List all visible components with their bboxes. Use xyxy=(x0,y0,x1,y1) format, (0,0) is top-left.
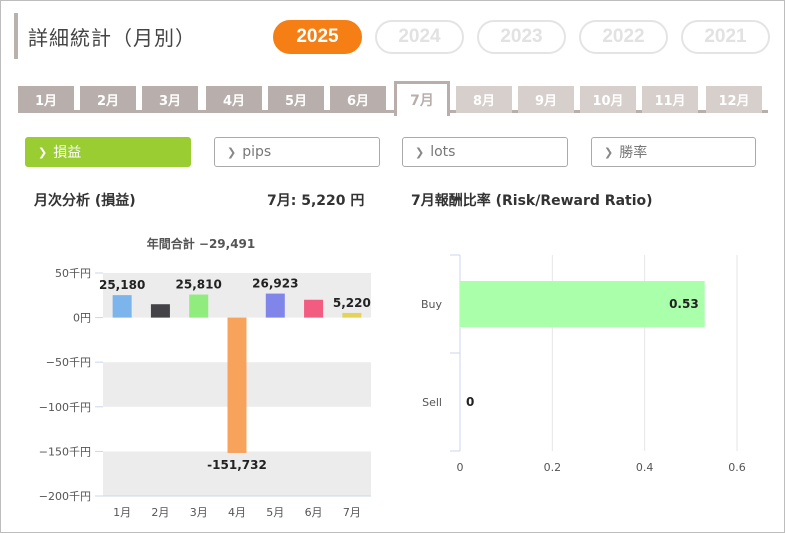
chevron-right-icon: ❯ xyxy=(415,145,425,159)
chevron-right-icon: ❯ xyxy=(604,145,614,159)
bar-Buy xyxy=(460,281,705,327)
data-label: 0.53 xyxy=(669,297,699,311)
chart-title: 年間合計 −29,491 xyxy=(147,236,256,251)
bar-6月 xyxy=(304,299,324,318)
month-tab-2[interactable]: 2月 xyxy=(80,86,136,113)
month-tab-11[interactable]: 11月 xyxy=(642,86,698,113)
chevron-right-icon: ❯ xyxy=(38,145,48,159)
y-tick-label: −150千円 xyxy=(39,445,91,458)
left-chart-heading: 月次分析 (損益) xyxy=(34,193,136,209)
bar-1月 xyxy=(112,295,132,318)
chevron-right-icon: ❯ xyxy=(227,145,237,159)
x-tick-label: 6月 xyxy=(305,506,323,519)
x-tick-label: 1月 xyxy=(113,506,131,519)
monthly-pnl-chart: 50千円 0円 −50千円 −100千円 −150千円 −200千円 年間合計 −29,49… xyxy=(39,236,371,519)
x-tick-label: 0.4 xyxy=(636,461,654,474)
month-summary: 7月: 5,220 円 xyxy=(267,193,365,209)
month-tab-10[interactable]: 10月 xyxy=(580,86,636,113)
stats-panel: 詳細統計（月別） 2025 2024 2023 2022 2021 1月 2月 3月 4月 5月… xyxy=(0,0,785,533)
month-tab-12[interactable]: 12月 xyxy=(706,86,762,113)
right-chart-heading: 7月報酬比率 (Risk/Reward Ratio) xyxy=(411,193,653,209)
bar-3月 xyxy=(189,294,209,318)
x-tick-label: 0.2 xyxy=(544,461,562,474)
year-tab-2023[interactable]: 2023 xyxy=(477,20,566,54)
page-title: 詳細統計（月別） xyxy=(28,25,196,50)
metric-label: lots xyxy=(430,144,456,160)
year-tabs: 2025 2024 2023 2022 2021 xyxy=(273,20,770,54)
y-tick-label: Sell xyxy=(422,396,442,409)
data-label: 5,220 xyxy=(333,296,371,310)
y-tick-label: Buy xyxy=(421,298,443,311)
month-tab-9[interactable]: 9月 xyxy=(518,86,574,113)
y-tick-label: −200千円 xyxy=(39,490,91,503)
page-title-block: 詳細統計（月別） xyxy=(14,13,196,59)
x-tick-label: 7月 xyxy=(343,506,361,519)
year-tab-2022[interactable]: 2022 xyxy=(579,20,668,54)
metric-button-lots[interactable]: ❯ lots xyxy=(402,137,568,167)
data-label: 25,180 xyxy=(99,278,145,292)
bar-2月 xyxy=(150,304,170,318)
x-tick-label: 3月 xyxy=(190,506,208,519)
risk-reward-chart: 0 0.2 0.4 0.6 Buy 0.53 Sell 0 xyxy=(421,254,746,474)
metric-button-pnl[interactable]: ❯ 損益 xyxy=(25,137,191,167)
data-label: 0 xyxy=(466,395,474,409)
year-tab-2025[interactable]: 2025 xyxy=(273,20,362,54)
month-tab-8[interactable]: 8月 xyxy=(456,86,512,113)
month-tab-4[interactable]: 4月 xyxy=(206,86,262,113)
month-tab-6[interactable]: 6月 xyxy=(330,86,386,113)
year-tab-2021[interactable]: 2021 xyxy=(681,20,770,54)
data-label: -151,732 xyxy=(207,458,267,472)
month-tab-3[interactable]: 3月 xyxy=(142,86,198,113)
year-tab-2024[interactable]: 2024 xyxy=(375,20,464,54)
bar-4月 xyxy=(227,317,247,453)
x-tick-label: 0 xyxy=(457,461,464,474)
metric-button-pips[interactable]: ❯ pips xyxy=(214,137,380,167)
metric-label: 損益 xyxy=(53,145,82,161)
y-tick-label: −100千円 xyxy=(39,401,91,414)
metric-label: pips xyxy=(242,144,272,160)
x-tick-label: 2月 xyxy=(151,506,169,519)
bar-5月 xyxy=(265,293,285,318)
x-tick-label: 5月 xyxy=(266,506,284,519)
metric-button-winrate[interactable]: ❯ 勝率 xyxy=(591,137,756,167)
y-tick-label: 0円 xyxy=(73,312,91,325)
y-tick-label: 50千円 xyxy=(55,267,91,280)
x-tick-label: 4月 xyxy=(228,506,246,519)
month-tab-5[interactable]: 5月 xyxy=(268,86,324,113)
data-label: 25,810 xyxy=(176,278,222,292)
month-tab-7[interactable]: 7月 xyxy=(394,81,450,116)
month-tab-1[interactable]: 1月 xyxy=(18,86,74,113)
month-tabs: 1月 2月 3月 4月 5月 6月 7月 8月 9月 10月 11月 12月 xyxy=(18,81,768,116)
x-tick-label: 0.6 xyxy=(728,461,746,474)
y-tick-label: −50千円 xyxy=(46,356,91,369)
bar-7月 xyxy=(342,312,362,318)
data-label: 26,923 xyxy=(252,277,298,291)
metric-label: 勝率 xyxy=(619,145,648,161)
